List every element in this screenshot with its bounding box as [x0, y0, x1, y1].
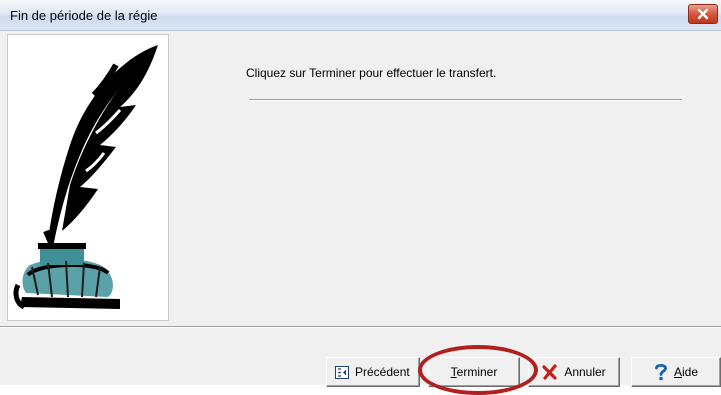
- help-button[interactable]: Aide: [631, 357, 721, 387]
- finish-button[interactable]: Terminer: [428, 357, 520, 387]
- wizard-window: Fin de période de la régie Cliquez sur T…: [0, 0, 721, 395]
- help-label-rest: ide: [682, 365, 699, 379]
- title-bar[interactable]: Fin de période de la régie: [0, 0, 721, 31]
- finish-label: Terminer: [451, 365, 498, 379]
- help-accelerator: A: [673, 365, 682, 379]
- close-button[interactable]: [688, 4, 718, 24]
- x-icon: [542, 364, 557, 380]
- close-icon: [697, 8, 709, 20]
- cancel-label: Annuler: [564, 365, 606, 379]
- help-label: Aide: [674, 365, 698, 379]
- previous-icon: [335, 365, 349, 379]
- cancel-button[interactable]: Annuler: [528, 357, 620, 387]
- wizard-content: Cliquez sur Terminer pour effectuer le t…: [172, 34, 721, 321]
- window-title: Fin de période de la régie: [10, 8, 158, 23]
- wizard-image-panel: [7, 34, 169, 321]
- content-separator: [249, 99, 682, 101]
- button-bar-divider: [0, 326, 721, 328]
- instruction-text: Cliquez sur Terminer pour effectuer le t…: [246, 66, 497, 80]
- previous-button[interactable]: Précédent: [326, 357, 420, 387]
- quill-inkwell-icon: [13, 45, 158, 310]
- previous-label: Précédent: [355, 365, 410, 379]
- question-icon: [655, 364, 667, 381]
- finish-label-rest: erminer: [456, 365, 498, 379]
